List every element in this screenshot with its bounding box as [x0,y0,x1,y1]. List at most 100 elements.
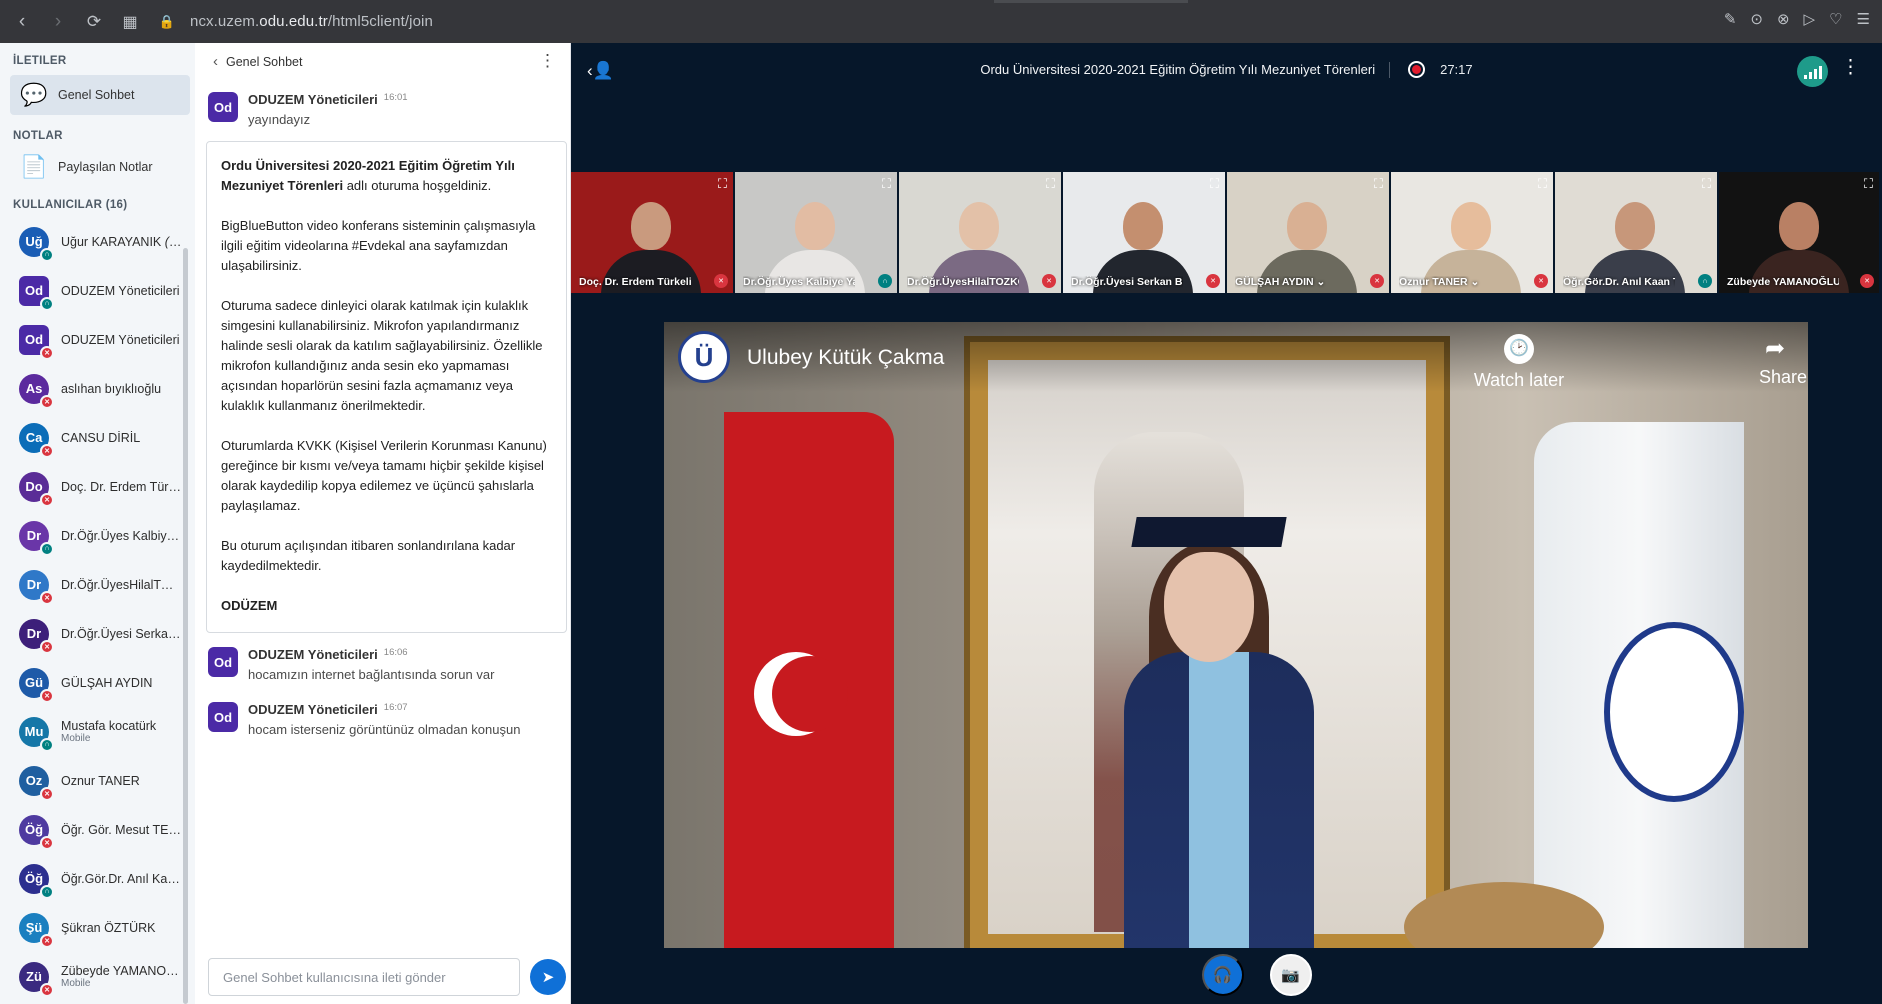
chevron-left-icon[interactable]: ‹ [213,53,218,70]
user-list-item[interactable]: As ✕ aslıhan bıyıklıoğlu [0,364,195,413]
heart-icon[interactable]: ♡ [1829,10,1842,28]
shared-external-video[interactable]: Ü Ulubey Kütük Çakma 🕑 Watch later ➦ Share [664,322,1808,948]
share-webcam-button[interactable]: 📷 [1269,954,1312,996]
sender-name: ODUZEM Yöneticileri [248,702,378,717]
user-list-item[interactable]: Öğ ✕ Öğr. Gör. Mesut TEMEL [0,805,195,854]
edit-icon[interactable]: ✎ [1724,10,1737,28]
chat-title[interactable]: Genel Sohbet [226,55,302,69]
fullscreen-icon[interactable]: ⛶ [1374,176,1383,192]
message-body: ODUZEM Yöneticileri 16:01 yayındayız [248,92,408,127]
user-list-item[interactable]: Şü ✕ Şükran ÖZTÜRK [0,903,195,952]
user-name-text: Şükran ÖZTÜRK [61,920,156,935]
user-name-text: Dr.Öğr.Üyes Kalbiye Yalazı [61,528,183,543]
fullscreen-icon[interactable]: ⛶ [1210,176,1219,192]
block-icon[interactable]: ⊗ [1777,10,1790,28]
camera-icon[interactable]: ⊙ [1750,10,1763,28]
fullscreen-icon[interactable]: ⛶ [1538,176,1547,192]
media-controls: 🎧 📷 [571,946,1882,1004]
public-chat-item[interactable]: 💬 Genel Sohbet [10,75,190,115]
shared-notes-item[interactable]: 📄 Paylaşılan Notlar [10,147,190,187]
message-sender: ODUZEM Yöneticileri 16:06 [248,647,494,662]
muted-mic-icon: ✕ [40,394,54,409]
avatar: Od [208,92,238,122]
webcam-user-label[interactable]: Oznur TANER ⌄ [1399,276,1511,288]
webcam-tile[interactable]: ⛶ Oznur TANER ⌄ ✕ [1391,172,1553,293]
user-list-item[interactable]: Zü ✕ Zübeyde YAMANOĞLU Mobile [0,952,195,1001]
user-list-scrollbar[interactable] [183,248,188,1004]
webcam-tile[interactable]: ⛶ Dr.Öğr.ÜyesHilalTOZKOPARAN ⌄ ✕ [899,172,1061,293]
send-message-button[interactable]: ➤ [530,959,566,995]
forward-icon[interactable]: › [40,11,76,33]
webcam-user-label[interactable]: Zübeyde YAMANOĞLU ⌄ [1727,276,1839,288]
back-icon[interactable]: ‹ [4,11,40,33]
user-list-item[interactable]: Mu ∩ Mustafa kocatürk Mobile [0,707,195,756]
user-list-item[interactable]: Uğ∩ Uğur KARAYANIK (Siz) [0,217,195,266]
chat-options-icon[interactable]: ⋮ [539,52,556,69]
connection-status-icon[interactable] [1797,56,1828,87]
user-name: Doç. Dr. Erdem Türkeli [61,480,183,494]
user-list-item[interactable]: Oz ✕ Oznur TANER [0,756,195,805]
user-name-text: Öğr.Gör.Dr. Anıl Kaan TEMEL [61,871,183,886]
recording-indicator-icon[interactable] [1408,61,1426,78]
webcam-tile[interactable]: ⛶ Dr.Öğr.Üyes Kalbiye Yalazı ⌄ ∩ [735,172,897,293]
notes-header: NOTLAR [13,130,63,142]
reload-icon[interactable]: ⟳ [76,12,112,32]
send-icon[interactable]: ▷ [1804,10,1816,28]
webcam-user-label[interactable]: Dr.Öğr.Üyes Kalbiye Yalazı ⌄ [743,276,855,288]
message-sender: ODUZEM Yöneticileri 16:01 [248,92,408,107]
muted-mic-icon: ✕ [1370,274,1384,288]
user-list-item[interactable]: Dr∩ Dr.Öğr.Üyes Kalbiye Yalazı [0,511,195,560]
webcam-user-label[interactable]: GÜLŞAH AYDIN ⌄ [1235,276,1347,288]
address-bar[interactable]: ncx.uzem.odu.edu.tr/html5client/join [190,13,433,30]
webcam-user-label[interactable]: Dr.Öğr.ÜyesHilalTOZKOPARAN ⌄ [907,276,1019,288]
chat-panel: ‹ Genel Sohbet ⋮ Od ODUZEM Yöneticileri 16… [195,43,571,1004]
fullscreen-icon[interactable]: ⛶ [718,176,727,192]
user-list-panel: İLETILER 💬 Genel Sohbet NOTLAR 📄 Paylaşı… [0,43,195,1004]
chat-message-input[interactable] [208,958,520,996]
welcome-p1: Ordu Üniversitesi 2020-2021 Eğitim Öğret… [221,156,552,196]
chat-message: Od ODUZEM Yöneticileri 16:01 yayındayız [195,80,570,127]
tabs-grid-icon[interactable]: ▦ [112,12,148,32]
avatar-initials: Ca [25,430,43,445]
message-text: hocamızın internet bağlantısında sorun v… [248,667,495,682]
user-name-text: Mustafa kocatürk [61,719,157,733]
avatar: Öğ ∩ [19,863,54,899]
lock-icon[interactable]: 🔒 [154,14,180,30]
webcam-user-name: Öğr.Gör.Dr. Anıl Kaan TEMEL [1563,276,1675,288]
channel-logo[interactable]: Ü [678,331,730,383]
user-name: CANSU DİRİL [61,431,183,445]
user-list-item[interactable]: Dr✕ Dr.Öğr.Üyesi Serkan Bilgiç [0,609,195,658]
fullscreen-icon[interactable]: ⛶ [882,176,891,192]
user-list-item[interactable]: Dr✕ Dr.Öğr.ÜyesHilalTOZKOPARAN [0,560,195,609]
watch-later-button[interactable]: 🕑 Watch later [1469,334,1569,391]
user-list-item[interactable]: Ca ✕ CANSU DİRİL [0,413,195,462]
user-list-item[interactable]: Od ✕ ODUZEM Yöneticileri [0,315,195,364]
webcam-tile[interactable]: ⛶ Doç. Dr. Erdem Türkeli ⌄ ✕ [571,172,733,293]
webcam-person-face [1615,202,1655,250]
leave-audio-button[interactable]: 🎧 [1201,954,1244,996]
webcam-user-label[interactable]: Dr.Öğr.Üyesi Serkan Bilgiç ⌄ [1071,276,1183,288]
user-list-item[interactable]: Od ∩ ODUZEM Yöneticileri [0,266,195,315]
messages-header: İLETILER [13,55,67,67]
user-list-item[interactable]: Öğ∩ Öğr.Gör.Dr. Anıl Kaan TEMEL [0,854,195,903]
share-button[interactable]: ➦ Share [1759,334,1807,388]
user-list-item[interactable]: Gü ✕ GÜLŞAH AYDIN [0,658,195,707]
webcam-user-label[interactable]: Doç. Dr. Erdem Türkeli ⌄ [579,276,691,288]
webcam-tile[interactable]: ⛶ GÜLŞAH AYDIN ⌄ ✕ [1227,172,1389,293]
webcam-tile[interactable]: ⛶ Öğr.Gör.Dr. Anıl Kaan TEMEL ⌄ ∩ [1555,172,1717,293]
webcam-tile[interactable]: ⛶ Dr.Öğr.Üyesi Serkan Bilgiç ⌄ ✕ [1063,172,1225,293]
options-menu-icon[interactable]: ⋮ [1841,58,1860,77]
fullscreen-icon[interactable]: ⛶ [1702,176,1711,192]
user-list: Uğ∩Uğur KARAYANIK (Siz)Od∩ODUZEM Yönetic… [0,217,195,1001]
fullscreen-icon[interactable]: ⛶ [1864,176,1873,192]
video-title[interactable]: Ulubey Kütük Çakma [747,346,944,370]
fullscreen-icon[interactable]: ⛶ [1046,176,1055,192]
message-sender: ODUZEM Yöneticileri 16:07 [248,702,520,717]
welcome-p2: BigBlueButton video konferans sisteminin… [221,218,536,273]
user-list-item[interactable]: Do ✕ Doç. Dr. Erdem Türkeli [0,462,195,511]
webcam-user-label[interactable]: Öğr.Gör.Dr. Anıl Kaan TEMEL ⌄ [1563,276,1675,288]
webcam-tile[interactable]: ⛶ Zübeyde YAMANOĞLU ⌄ ✕ [1719,172,1879,293]
message-time: 16:06 [383,647,408,658]
public-chat-label: Genel Sohbet [58,88,135,102]
menu-icon[interactable]: ☰ [1857,10,1870,28]
